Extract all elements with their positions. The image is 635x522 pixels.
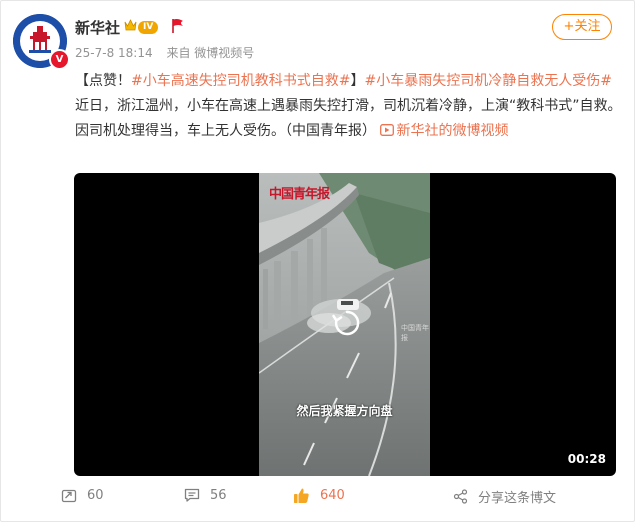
topic-tag-2[interactable]: #小车暴雨失控司机冷静自救无人受伤# xyxy=(364,73,611,89)
author-name[interactable]: 新华社 xyxy=(75,17,120,38)
comment-icon xyxy=(184,488,200,502)
video-link-label: 新华社的微博视频 xyxy=(396,123,509,139)
comment-count: 56 xyxy=(210,487,227,503)
content-mid: 】 xyxy=(350,73,365,89)
share-label: 分享这条博文 xyxy=(478,491,557,506)
action-bar: 60 56 640 分享这条博文 xyxy=(1,483,634,513)
comment-button[interactable]: 56 xyxy=(184,487,227,503)
repost-icon xyxy=(61,489,77,503)
topic-tag-1[interactable]: #小车高速失控司机教科书式自救# xyxy=(131,73,350,89)
like-button[interactable]: 640 xyxy=(293,487,345,504)
video-link[interactable]: 新华社的微博视频 xyxy=(380,123,508,139)
repost-count: 60 xyxy=(87,487,104,503)
red-flag-icon xyxy=(172,19,183,33)
post-time[interactable]: 25-7-8 18:14 xyxy=(75,46,153,60)
thumbs-up-icon xyxy=(294,488,309,503)
repost-button[interactable]: 60 xyxy=(61,487,104,503)
video-watermark: 中国青年报 xyxy=(269,187,330,202)
video-duration: 00:28 xyxy=(567,452,606,466)
post-meta: 25-7-8 18:14 来自 微博视频号 xyxy=(75,44,264,61)
video-link-icon xyxy=(380,124,395,136)
video-subtitle: 然后我紧握方向盘 xyxy=(296,404,393,418)
content-prefix: 【点赞！ xyxy=(75,73,131,89)
like-count: 640 xyxy=(320,488,345,503)
share-button[interactable]: 分享这条博文 xyxy=(453,487,556,506)
replay-icon[interactable] xyxy=(332,308,362,338)
share-icon xyxy=(453,489,468,504)
follow-button[interactable]: +关注 xyxy=(552,14,612,40)
video-small-watermark: 中国青年报 xyxy=(401,324,429,342)
weibo-post-card: V 新华社 IV 25-7-8 18:14 来自 微博视频号 +关注 【点赞！#… xyxy=(0,0,635,522)
crown-icon xyxy=(124,19,137,31)
level-badge: IV xyxy=(138,21,159,34)
content-body: 近日，浙江温州，小车在高速上遇暴雨失控打滑，司机沉着冷静，上演“教科书式”自救。… xyxy=(75,98,622,139)
post-content: 【点赞！#小车高速失控司机教科书式自救#】#小车暴雨失控司机冷静自救无人受伤# 近… xyxy=(75,69,623,144)
post-source: 来自 微博视频号 xyxy=(166,46,255,60)
video-player[interactable]: 中国青年报 中国青年报 然后我紧握方向盘 00:28 xyxy=(74,173,616,476)
verified-badge-icon: V xyxy=(49,49,70,70)
